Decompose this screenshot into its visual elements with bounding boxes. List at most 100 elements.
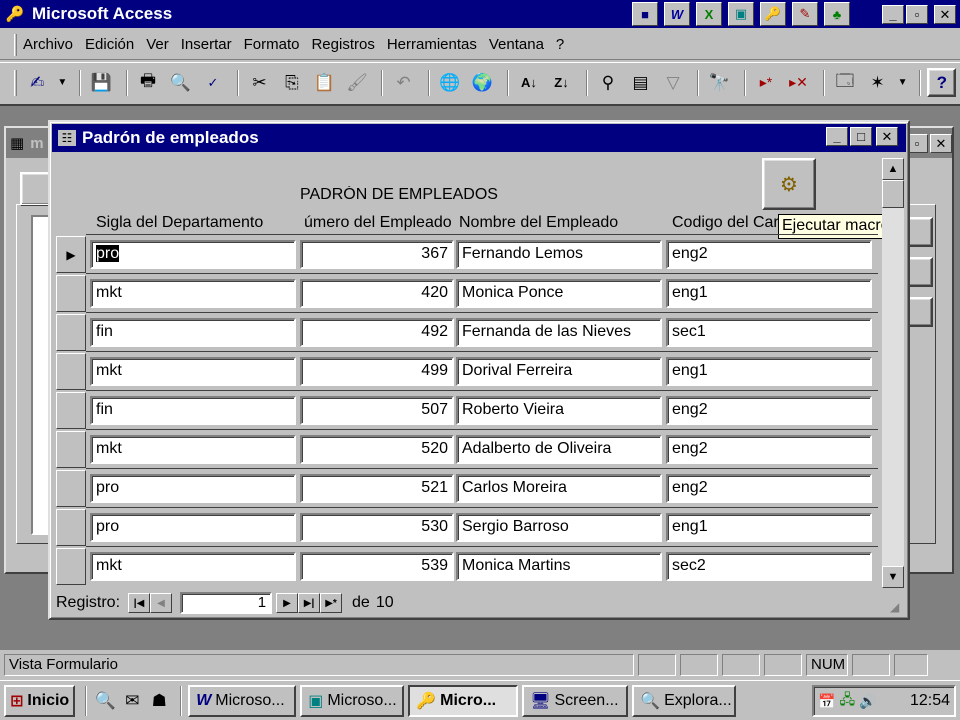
menu-grip[interactable] <box>14 33 17 56</box>
employee-number-field[interactable]: 539 <box>300 552 454 581</box>
office-shortcut-icon[interactable]: ■ <box>632 2 658 26</box>
menu-edicion[interactable]: Edición <box>85 36 134 53</box>
employee-name-field[interactable]: Adalberto de Oliveira <box>456 435 662 464</box>
job-code-field[interactable]: eng1 <box>666 513 872 542</box>
sort-descending-icon[interactable]: Z↓ <box>547 68 576 97</box>
department-field[interactable]: fin <box>90 318 296 347</box>
scheduler-tray-icon[interactable]: 📅 <box>818 693 835 710</box>
clock[interactable]: 12:54 <box>910 692 950 710</box>
print-preview-icon[interactable]: 🔍 <box>166 68 195 97</box>
scroll-up-icon[interactable]: ▲ <box>882 158 904 180</box>
delete-record-icon[interactable]: ▸✕ <box>784 68 813 97</box>
record-selector[interactable] <box>56 314 86 351</box>
record-selector[interactable] <box>56 509 86 546</box>
previous-record-icon[interactable]: ◀ <box>150 593 173 613</box>
job-code-field[interactable]: sec2 <box>666 552 872 581</box>
menu-help[interactable]: ? <box>556 36 564 53</box>
employee-number-field[interactable]: 492 <box>300 318 454 347</box>
task-powerpoint[interactable]: ▣ Microso... <box>300 684 405 717</box>
employee-name-field[interactable]: Carlos Moreira <box>456 474 662 503</box>
filter-by-form-icon[interactable]: ▤ <box>626 68 655 97</box>
app-restore-button[interactable]: ▫ <box>906 5 928 24</box>
help-icon[interactable]: ? <box>927 68 957 97</box>
view-design-icon[interactable]: ✍ <box>23 68 52 97</box>
office-quicklaunch-icon[interactable]: ☗ <box>147 689 171 713</box>
menu-archivo[interactable]: Archivo <box>23 36 73 53</box>
new-object-dropdown-icon[interactable]: ▼ <box>896 68 910 97</box>
menu-registros[interactable]: Registros <box>311 36 374 53</box>
task-word[interactable]: W Microso... <box>188 684 297 717</box>
menu-ver[interactable]: Ver <box>146 36 169 53</box>
form-close-button[interactable]: ✕ <box>876 127 898 146</box>
format-painter-icon[interactable]: 🖌 <box>343 68 372 97</box>
task-access[interactable]: 🔑 Micro... <box>408 684 519 717</box>
paste-icon[interactable]: 📋 <box>310 68 339 97</box>
record-selector[interactable] <box>56 392 86 429</box>
record-selector[interactable] <box>56 548 86 585</box>
find-icon[interactable]: 🔭 <box>705 68 734 97</box>
current-record-field[interactable]: 1 <box>180 592 273 614</box>
form-minimize-button[interactable]: _ <box>826 127 848 146</box>
new-record-icon[interactable]: ▸* <box>752 68 781 97</box>
menu-herramientas[interactable]: Herramientas <box>387 36 477 53</box>
employee-name-field[interactable]: Fernando Lemos <box>456 240 662 269</box>
department-field[interactable]: mkt <box>90 279 296 308</box>
view-dropdown-icon[interactable]: ▼ <box>55 68 69 97</box>
powerpoint-shortcut-icon[interactable]: ▣ <box>728 2 754 26</box>
binder-shortcut-icon[interactable]: ♣ <box>824 2 850 26</box>
employee-number-field[interactable]: 530 <box>300 513 454 542</box>
record-selector[interactable] <box>56 470 86 507</box>
web-toolbar-icon[interactable]: 🌍 <box>468 68 497 97</box>
record-selector[interactable]: ▶ <box>56 236 86 273</box>
next-record-icon[interactable]: ▶ <box>276 593 299 613</box>
employee-name-field[interactable]: Roberto Vieira <box>456 396 662 425</box>
department-field[interactable]: pro <box>90 240 296 269</box>
new-object-icon[interactable]: ✶ <box>863 68 892 97</box>
job-code-field[interactable]: eng1 <box>666 279 872 308</box>
menu-formato[interactable]: Formato <box>244 36 300 53</box>
job-code-field[interactable]: sec1 <box>666 318 872 347</box>
app-close-button[interactable]: ✕ <box>934 5 956 24</box>
first-record-icon[interactable]: |◀ <box>128 593 151 613</box>
department-field[interactable]: mkt <box>90 435 296 464</box>
employee-number-field[interactable]: 499 <box>300 357 454 386</box>
task-explorer[interactable]: 🔍 Explora... <box>632 684 737 717</box>
db-close-button[interactable]: ✕ <box>930 134 952 153</box>
app-minimize-button[interactable]: _ <box>882 5 904 24</box>
last-record-icon[interactable]: ▶| <box>298 593 321 613</box>
menu-ventana[interactable]: Ventana <box>489 36 544 53</box>
copy-icon[interactable]: ⎘ <box>278 68 307 97</box>
insert-hyperlink-icon[interactable]: 🌐 <box>436 68 465 97</box>
toolbar-grip[interactable] <box>14 69 17 96</box>
outlook-quicklaunch-icon[interactable]: ✉ <box>120 689 144 713</box>
undo-icon[interactable]: ↶ <box>389 68 418 97</box>
word-shortcut-icon[interactable]: W <box>664 2 690 26</box>
print-icon[interactable]: 🖶 <box>134 68 163 97</box>
job-code-field[interactable]: eng2 <box>666 474 872 503</box>
vertical-scrollbar[interactable]: ▲ ▼ <box>882 158 904 588</box>
app-title-bar[interactable]: 🔑 Microsoft Access ■ W X ▣ 🔑 ✎ ♣ _ ▫ ✕ <box>0 0 960 28</box>
job-code-field[interactable]: eng2 <box>666 240 872 269</box>
resize-grip[interactable]: ◢ <box>890 600 906 616</box>
employee-name-field[interactable]: Sergio Barroso <box>456 513 662 542</box>
employee-name-field[interactable]: Monica Martins <box>456 552 662 581</box>
spelling-icon[interactable]: ✓ <box>199 68 228 97</box>
employee-name-field[interactable]: Monica Ponce <box>456 279 662 308</box>
start-button[interactable]: ⊞ Inicio <box>4 684 76 717</box>
form-window[interactable]: ☷ Padrón de empleados _ □ ✕ PADRÓN DE EM… <box>48 120 910 620</box>
explorer-quicklaunch-icon[interactable]: 🔍 <box>93 689 117 713</box>
employee-number-field[interactable]: 367 <box>300 240 454 269</box>
network-tray-icon[interactable]: 🖧 <box>839 689 855 713</box>
sort-ascending-icon[interactable]: A↓ <box>515 68 544 97</box>
task-screen[interactable]: 🖥 Screen... <box>522 684 629 717</box>
run-macro-button[interactable]: ⚙ <box>762 158 816 210</box>
job-code-field[interactable]: eng1 <box>666 357 872 386</box>
employee-name-field[interactable]: Dorival Ferreira <box>456 357 662 386</box>
department-field[interactable]: pro <box>90 513 296 542</box>
database-window-icon[interactable]: 🗔 <box>831 68 860 97</box>
scroll-down-icon[interactable]: ▼ <box>882 566 904 588</box>
employee-number-field[interactable]: 507 <box>300 396 454 425</box>
cut-icon[interactable]: ✂ <box>245 68 274 97</box>
employee-number-field[interactable]: 420 <box>300 279 454 308</box>
access-shortcut-icon[interactable]: 🔑 <box>760 2 786 26</box>
